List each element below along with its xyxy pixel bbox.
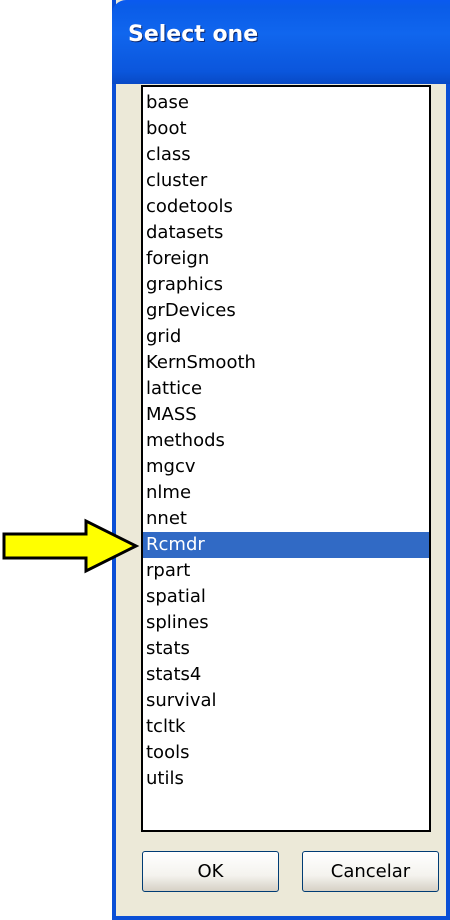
cancel-button[interactable]: Cancelar: [302, 851, 439, 892]
pointer-arrow-icon: [2, 518, 140, 574]
list-item[interactable]: spatial: [143, 584, 429, 610]
list-item[interactable]: mgcv: [143, 454, 429, 480]
list-item[interactable]: stats4: [143, 662, 429, 688]
package-listbox[interactable]: base boot class cluster codetools datasets for…: [141, 85, 431, 832]
title-bar[interactable]: Select one: [112, 0, 450, 84]
list-item[interactable]: grid: [143, 324, 429, 350]
list-item[interactable]: MASS: [143, 402, 429, 428]
list-item[interactable]: base: [143, 90, 429, 116]
list-item[interactable]: graphics: [143, 272, 429, 298]
list-item[interactable]: survival: [143, 688, 429, 714]
list-item[interactable]: class: [143, 142, 429, 168]
list-item[interactable]: methods: [143, 428, 429, 454]
list-item[interactable]: utils: [143, 766, 429, 792]
list-item[interactable]: datasets: [143, 220, 429, 246]
list-item[interactable]: grDevices: [143, 298, 429, 324]
ok-button[interactable]: OK: [142, 851, 279, 892]
package-list: base boot class cluster codetools datasets for…: [143, 87, 429, 792]
list-item[interactable]: stats: [143, 636, 429, 662]
list-item[interactable]: foreign: [143, 246, 429, 272]
list-item[interactable]: nlme: [143, 480, 429, 506]
list-item[interactable]: KernSmooth: [143, 350, 429, 376]
list-item[interactable]: rpart: [143, 558, 429, 584]
list-item[interactable]: boot: [143, 116, 429, 142]
list-item[interactable]: cluster: [143, 168, 429, 194]
list-item[interactable]: tcltk: [143, 714, 429, 740]
list-item[interactable]: splines: [143, 610, 429, 636]
list-item[interactable]: lattice: [143, 376, 429, 402]
list-item[interactable]: tools: [143, 740, 429, 766]
list-item[interactable]: nnet: [143, 506, 429, 532]
dialog-title: Select one: [128, 22, 259, 47]
list-item[interactable]: codetools: [143, 194, 429, 220]
list-item[interactable]: Rcmdr: [143, 532, 429, 558]
